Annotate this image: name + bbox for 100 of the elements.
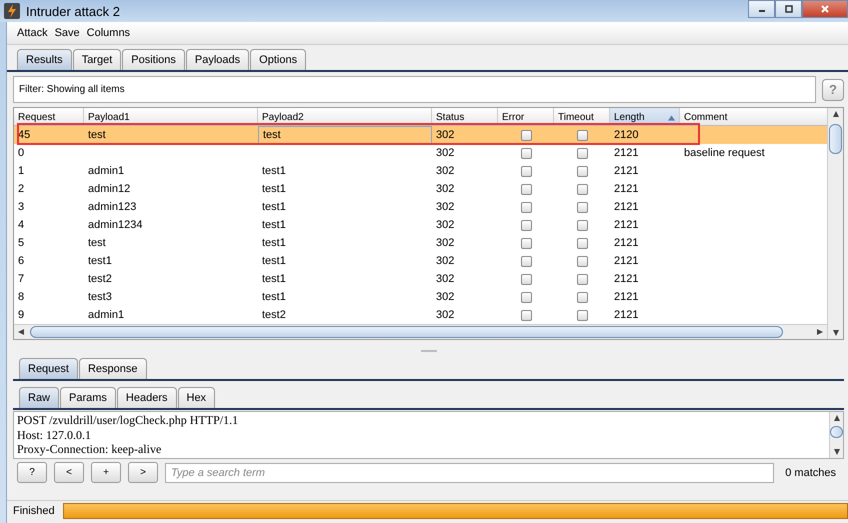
scroll-up-icon[interactable] [834,415,840,421]
table-cell: admin1234 [88,219,142,231]
minimize-button[interactable] [748,0,775,18]
close-icon [820,4,830,14]
search-nav-button[interactable]: ? [17,462,47,483]
tab[interactable]: Hex [178,387,216,408]
checkbox[interactable] [576,310,588,320]
scroll-thumb[interactable] [829,124,842,154]
table-cell: 9 [18,309,24,321]
tab[interactable]: Results [17,49,72,70]
menu-item[interactable]: Columns [86,27,130,39]
table-cell: test2 [262,309,286,321]
checkbox[interactable] [520,130,532,140]
checkbox[interactable] [520,292,532,302]
filter-bar[interactable]: Filter: Showing all items [13,76,816,103]
table-row[interactable]: 2 admin12 test1 302 2121 [14,180,827,198]
request-line: POST /zvuldrill/user/logCheck.php HTTP/1.1 [17,413,240,428]
table-cell: 2121 [614,201,638,213]
column-header[interactable]: Payload1 [84,108,258,125]
checkbox[interactable] [520,274,532,284]
checkbox[interactable] [576,274,588,284]
column-header[interactable]: Request [14,108,84,125]
table-cell: 302 [436,183,454,195]
scroll-down-icon[interactable] [832,330,838,336]
table-row[interactable]: 0 302 2121 baseline request [14,144,827,162]
table-row[interactable]: 7 test2 test1 302 2121 [14,270,827,288]
table-cell: 302 [436,201,454,213]
column-header[interactable]: Error [498,108,554,125]
tab[interactable]: Positions [122,49,185,70]
table-cell: 2121 [614,291,638,303]
checkbox[interactable] [576,130,588,140]
search-nav-button[interactable]: + [91,462,121,483]
table-row[interactable]: 4 admin1234 test1 302 2121 [14,216,827,234]
table-row[interactable]: 3 admin123 test1 302 2121 [14,198,827,216]
scroll-right-icon[interactable] [817,329,823,335]
maximize-button[interactable] [775,0,802,18]
table-row[interactable]: 8 test3 test1 302 2121 [14,288,827,306]
checkbox[interactable] [520,256,532,266]
tab[interactable]: Response [78,358,147,379]
tab[interactable]: Payloads [186,49,250,70]
scroll-left-icon[interactable] [18,329,24,335]
table-cell: test1 [262,219,286,231]
table-cell: 302 [436,291,454,303]
tab[interactable]: Params [60,387,116,408]
checkbox[interactable] [576,202,588,212]
checkbox[interactable] [576,238,588,248]
table-cell: test1 [262,165,286,177]
table-row[interactable]: 5 test test1 302 2121 [14,234,827,252]
close-button[interactable] [802,0,848,18]
tab[interactable]: Options [250,49,306,70]
search-nav-button[interactable]: < [54,462,84,483]
column-header[interactable]: Payload2 [258,108,432,125]
checkbox[interactable] [520,220,532,230]
table-cell: 302 [436,147,454,159]
table-cell: 0 [18,147,24,159]
table-row[interactable]: 6 test1 test1 302 2121 [14,252,827,270]
checkbox[interactable] [576,184,588,194]
checkbox[interactable] [576,220,588,230]
scroll-up-icon[interactable] [832,111,838,117]
tab[interactable]: Target [72,49,122,70]
table-cell: 302 [436,255,454,267]
table-cell: 2121 [614,147,638,159]
table-row[interactable]: 45 test test 302 2120 [14,126,827,144]
search-nav-button[interactable]: > [128,462,158,483]
tab[interactable]: Request [19,358,78,379]
search-field[interactable]: Type a search term [165,462,774,482]
menu-item[interactable]: Save [54,27,80,39]
checkbox[interactable] [576,256,588,266]
tab[interactable]: Headers [116,387,176,408]
menu-item[interactable]: Attack [17,27,48,39]
checkbox[interactable] [520,166,532,176]
table-row[interactable]: 1 admin1 test1 302 2121 [14,162,827,180]
table-cell: 6 [18,255,24,267]
column-header[interactable]: Status [432,108,498,125]
checkbox[interactable] [520,202,532,212]
checkbox[interactable] [520,148,532,158]
tab[interactable]: Raw [19,387,60,408]
checkbox[interactable] [576,292,588,302]
table-cell: 2 [18,183,24,195]
sort-ascending-icon [668,114,675,120]
checkbox[interactable] [520,238,532,248]
scroll-thumb[interactable] [30,326,783,338]
vertical-scrollbar[interactable] [827,108,843,339]
scroll-down-icon[interactable] [834,449,840,455]
table-cell: test1 [262,273,286,285]
checkbox[interactable] [520,310,532,320]
table-cell: 8 [18,291,24,303]
vertical-scrollbar[interactable] [829,412,843,458]
table-cell: 2121 [614,273,638,285]
table-row[interactable]: 9 admin1 test2 302 2121 [14,306,827,324]
checkbox[interactable] [576,166,588,176]
maximize-icon [784,4,794,14]
scroll-thumb[interactable] [830,426,843,438]
horizontal-scrollbar[interactable] [14,324,827,339]
table-cell: test3 [88,291,112,303]
table-cell: 2121 [614,165,638,177]
checkbox[interactable] [576,148,588,158]
table-cell: admin1 [88,165,124,177]
table-cell: 1 [18,165,24,177]
checkbox[interactable] [520,184,532,194]
